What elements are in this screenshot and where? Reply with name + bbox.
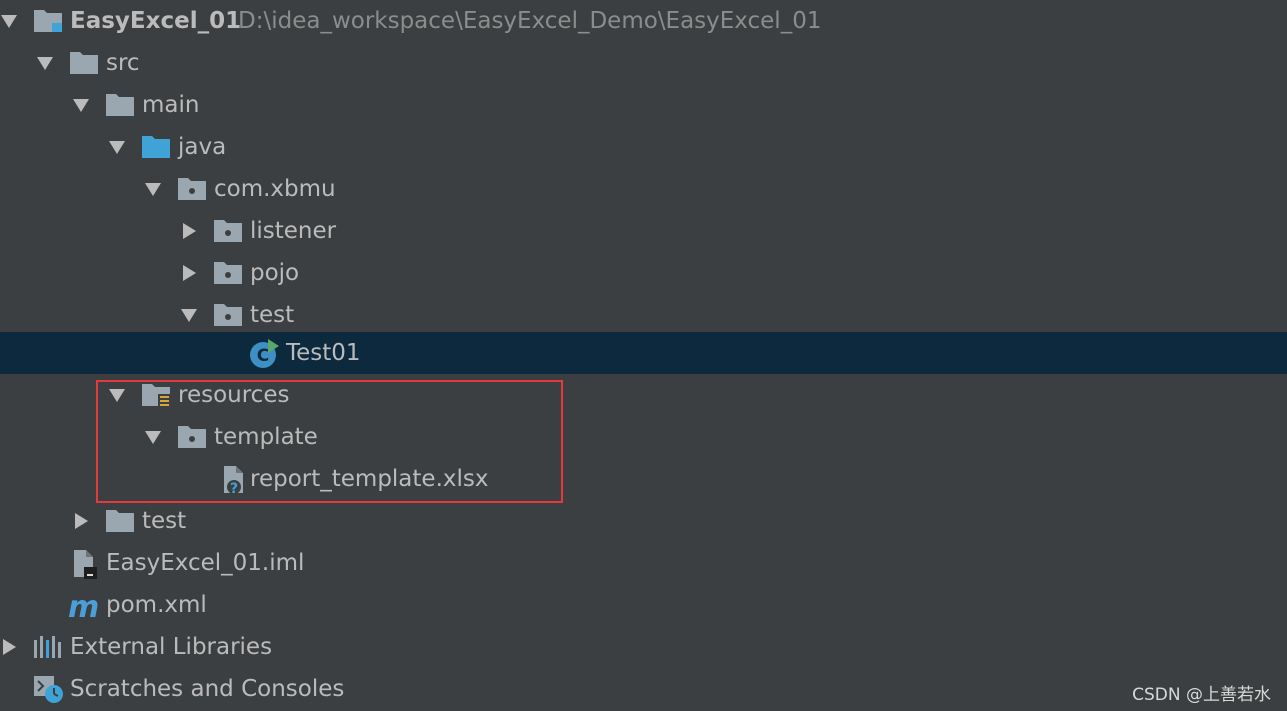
expanded-arrow-icon[interactable] — [104, 126, 130, 168]
tree-label-pom: pom.xml — [106, 592, 207, 618]
project-name: EasyExcel_01 — [70, 8, 242, 34]
tree-label-test-package: test — [250, 302, 295, 328]
watermark: CSDN @上善若水 — [1132, 685, 1271, 705]
tree-label-iml: EasyExcel_01.iml — [106, 550, 305, 576]
expanded-arrow-icon[interactable] — [0, 0, 22, 42]
tree-label-report-file: report_template.xlsx — [250, 466, 489, 492]
resources-root-folder-icon — [140, 380, 172, 410]
package-icon — [176, 174, 208, 204]
tree-row-main[interactable]: main — [0, 84, 1287, 126]
tree-row-project-root[interactable]: EasyExcel_01 D:\idea_workspace\EasyExcel… — [0, 0, 1287, 42]
package-icon — [212, 300, 244, 330]
module-folder-icon — [32, 6, 64, 36]
expanded-arrow-icon[interactable] — [32, 42, 58, 84]
tree-label-test-dir: test — [142, 508, 187, 534]
tree-label-java: java — [178, 134, 227, 160]
tree-row-listener[interactable]: listener — [0, 210, 1287, 252]
source-root-folder-icon — [140, 132, 172, 162]
collapsed-arrow-icon[interactable] — [176, 252, 202, 294]
tree-row-java[interactable]: java — [0, 126, 1287, 168]
iml-file-icon — [70, 548, 102, 579]
tree-label-pojo: pojo — [250, 260, 300, 286]
svg-text:m: m — [68, 590, 99, 622]
libraries-icon — [34, 632, 66, 662]
package-icon — [176, 422, 208, 452]
tree-label-external-libraries: External Libraries — [70, 634, 273, 660]
tree-label-src: src — [106, 50, 140, 76]
tree-label-test01: Test01 — [286, 340, 361, 366]
expanded-arrow-icon[interactable] — [140, 416, 166, 458]
tree-row-src[interactable]: src — [0, 42, 1287, 84]
expanded-arrow-icon[interactable] — [68, 84, 94, 126]
collapsed-arrow-icon[interactable] — [0, 626, 22, 668]
tree-row-test-package[interactable]: test — [0, 294, 1287, 336]
expanded-arrow-icon[interactable] — [104, 374, 130, 416]
svg-text:C: C — [257, 346, 269, 366]
tree-row-iml[interactable]: EasyExcel_01.iml — [0, 542, 1287, 584]
expanded-arrow-icon[interactable] — [140, 168, 166, 210]
tree-label-main: main — [142, 92, 200, 118]
project-tree: EasyExcel_01 D:\idea_workspace\EasyExcel… — [0, 0, 1287, 711]
maven-icon: m — [68, 590, 100, 622]
tree-row-pom[interactable]: m pom.xml — [0, 584, 1287, 626]
tree-row-pojo[interactable]: pojo — [0, 252, 1287, 294]
tree-row-test01[interactable]: C Test01 — [0, 332, 1287, 374]
package-icon — [212, 216, 244, 246]
tree-label-listener: listener — [250, 218, 337, 244]
tree-row-scratches[interactable]: Scratches and Consoles — [0, 668, 1287, 710]
tree-label-resources: resources — [178, 382, 290, 408]
tree-row-external-libraries[interactable]: External Libraries — [0, 626, 1287, 668]
expanded-arrow-icon[interactable] — [176, 294, 202, 336]
tree-row-test-dir[interactable]: test — [0, 500, 1287, 542]
folder-icon — [104, 90, 136, 120]
collapsed-arrow-icon[interactable] — [68, 500, 94, 542]
project-path: D:\idea_workspace\EasyExcel_Demo\EasyExc… — [238, 8, 822, 34]
tree-label-scratches: Scratches and Consoles — [70, 676, 345, 702]
java-class-icon: C — [248, 338, 280, 368]
tree-row-package[interactable]: com.xbmu — [0, 168, 1287, 210]
tree-label-template: template — [214, 424, 318, 450]
folder-icon — [68, 48, 100, 78]
tree-row-resources[interactable]: resources — [0, 374, 1287, 416]
tree-row-template[interactable]: template — [0, 416, 1287, 458]
svg-text:?: ? — [230, 481, 238, 496]
scratches-icon — [34, 674, 66, 704]
package-icon — [212, 258, 244, 288]
tree-row-report-file[interactable]: ? report_template.xlsx — [0, 458, 1287, 500]
tree-label-package: com.xbmu — [214, 176, 336, 202]
folder-icon — [104, 506, 136, 536]
unknown-file-icon: ? — [216, 464, 248, 496]
collapsed-arrow-icon[interactable] — [176, 210, 202, 252]
